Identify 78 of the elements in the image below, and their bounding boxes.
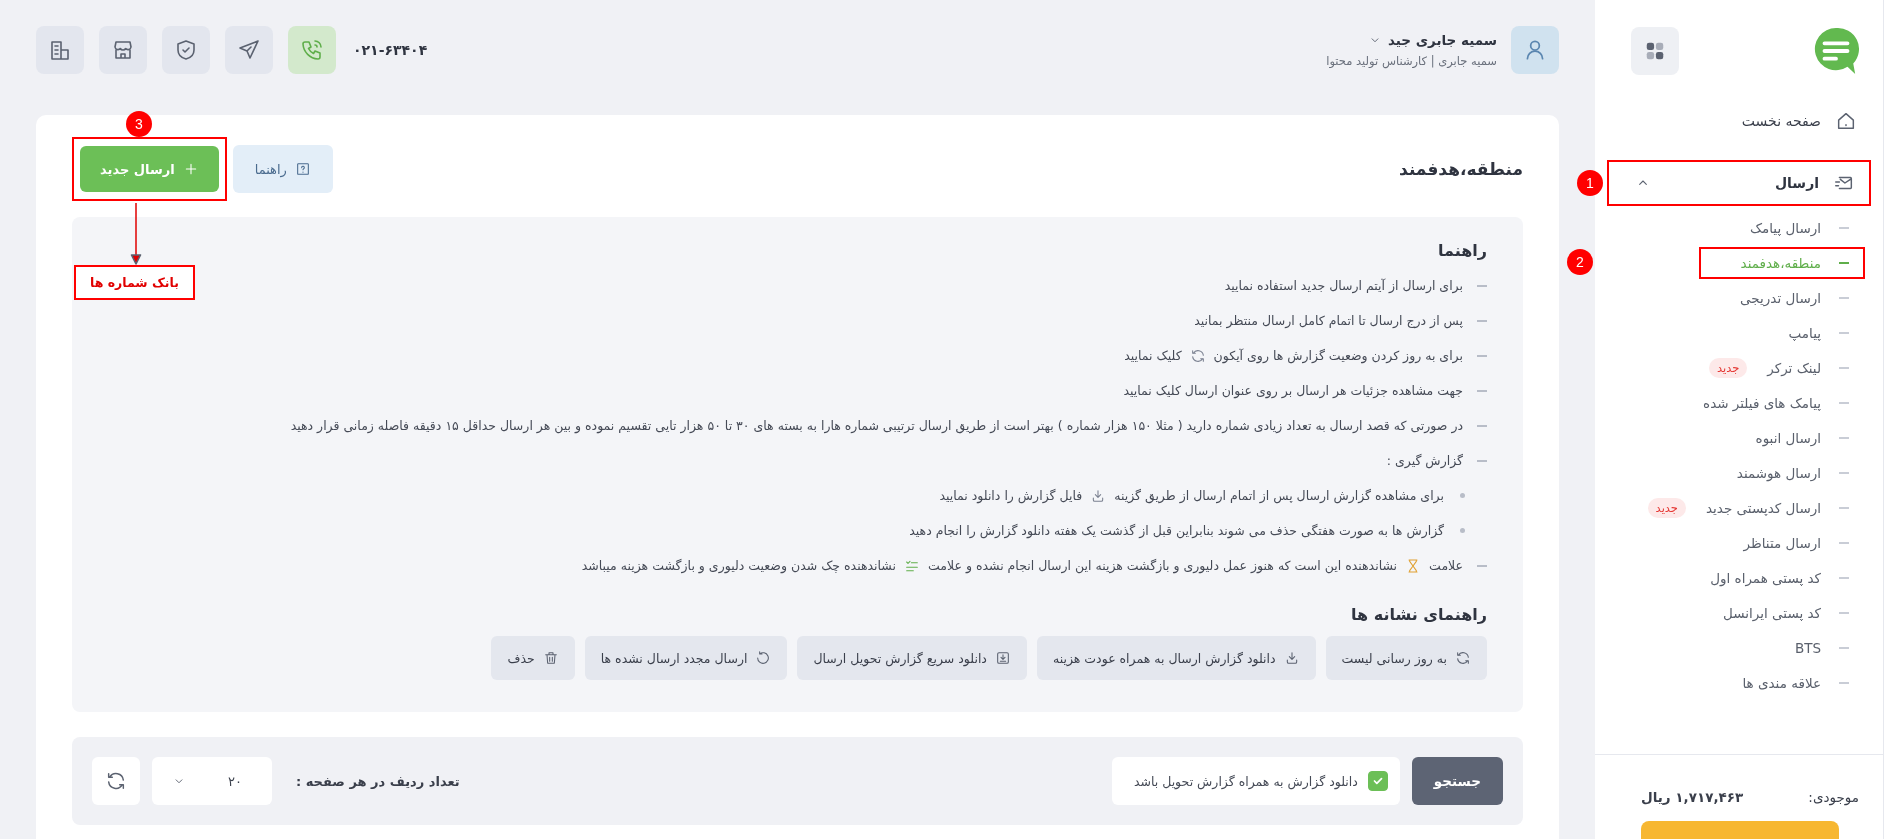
submenu-item[interactable]: پیامپ bbox=[1776, 316, 1865, 349]
guide-text: علامت bbox=[1429, 558, 1463, 573]
refresh-icon bbox=[105, 770, 127, 792]
user-role: سمیه جابری | کارشناس تولید محتوا bbox=[1326, 54, 1497, 68]
phone-icon bbox=[300, 38, 324, 62]
storefront-icon bbox=[111, 38, 135, 62]
help-button[interactable]: راهنما bbox=[232, 145, 333, 193]
building-icon bbox=[48, 38, 72, 62]
home-icon bbox=[1835, 110, 1857, 132]
legend-chip: به روز رسانی لیست bbox=[1325, 636, 1487, 680]
step-number-badge: 2 bbox=[1567, 249, 1593, 275]
download-box-icon bbox=[994, 650, 1011, 666]
guide-text: برای به روز کردن وضعیت گزارش ها روی آیکون bbox=[1213, 348, 1463, 363]
apps-menu-button[interactable] bbox=[1631, 27, 1679, 75]
guide-text: کلیک نمایید bbox=[1124, 348, 1182, 363]
legend-chip: حذف bbox=[491, 636, 575, 680]
menu-group[interactable]: ارسال bbox=[1607, 160, 1871, 206]
redo-icon bbox=[755, 650, 772, 666]
avatar-icon[interactable] bbox=[1511, 26, 1559, 74]
callout-label: بانک شماره ها bbox=[74, 265, 195, 300]
shield-button[interactable] bbox=[162, 26, 210, 74]
step-number-badge: 3 bbox=[126, 111, 152, 137]
store-button[interactable] bbox=[99, 26, 147, 74]
paper-plane-icon bbox=[237, 38, 261, 62]
refresh-icon bbox=[1189, 347, 1206, 364]
guide-text: نشاندهنده چک شدن وضعیت دلیوری و بازگشت هزینه میباشد bbox=[581, 558, 896, 573]
trash-icon bbox=[542, 650, 559, 666]
balance-label: موجودی: bbox=[1808, 789, 1859, 805]
submenu-item[interactable]: کد پستی همراه اول bbox=[1698, 561, 1865, 594]
phone-number: ۰۲۱-۶۳۴۰۴ bbox=[353, 42, 428, 58]
submenu-item[interactable]: ارسال متناظر bbox=[1731, 526, 1865, 559]
submenu-item[interactable]: ارسال تدریجی bbox=[1728, 281, 1865, 314]
callout-arrow bbox=[130, 203, 142, 265]
send-button[interactable] bbox=[225, 26, 273, 74]
submenu-item[interactable]: ارسال کدپستی جدید bbox=[1694, 491, 1865, 524]
new-badge: جدید bbox=[1647, 497, 1686, 518]
legend-chip: دانلود سریع گزارش تحویل ارسال bbox=[797, 636, 1027, 680]
legend-title: راهنمای نشانه ها bbox=[1350, 605, 1487, 624]
checkbox-label: دانلود گزارش به همراه گزارش تحویل باشد bbox=[1133, 773, 1358, 789]
search-button[interactable]: جستجو bbox=[1411, 757, 1503, 805]
logo-icon bbox=[1813, 26, 1859, 76]
shield-icon bbox=[174, 38, 198, 62]
rows-per-page-select[interactable]: ۲۰ bbox=[152, 757, 272, 805]
guide-text: فایل گزارش را دانلود نمایید bbox=[939, 488, 1083, 503]
step-number-badge: 1 bbox=[1577, 170, 1603, 196]
submenu-item[interactable]: کد پستی ایرانسل bbox=[1711, 596, 1865, 629]
guide-title: راهنما bbox=[1436, 241, 1487, 260]
submenu-item[interactable]: ارسال پیامک bbox=[1737, 211, 1865, 244]
guide-text: در صورتی که قصد ارسال به تعداد زیادی شماره دارید ( مثلا ۱۵۰ هزار شماره ) بهتر است از طریق ارسال ترتیبی شماره هارا به بسته های ۳۰ تا ۵۰ هزار تایی تقسیم نموده و بین هر ارسال حداقل ۱۵ دقیقه فاصله زمانی قرار دهید bbox=[290, 418, 1463, 433]
submenu-item[interactable]: ارسال انبوه bbox=[1743, 421, 1865, 454]
submenu-item[interactable]: پیامک های فیلتر شده bbox=[1691, 386, 1865, 419]
grid-icon bbox=[1644, 40, 1666, 62]
phone-button[interactable] bbox=[288, 26, 336, 74]
guide-text: جهت مشاهده جزئیات هر ارسال بر روی عنوان ارسال کلیک نمایید bbox=[1123, 383, 1463, 398]
submenu-item[interactable]: لینک ترکر bbox=[1755, 351, 1865, 384]
legend-chip: دانلود گزارش ارسال به همراه عودت هزینه bbox=[1036, 636, 1316, 680]
help-icon bbox=[294, 161, 311, 177]
guide-text: پس از درج ارسال تا اتمام کامل ارسال منتظر بمانید bbox=[1194, 313, 1463, 328]
checkbox[interactable] bbox=[1367, 771, 1388, 791]
legend-chip: ارسال مجدد ارسال نشده ها bbox=[584, 636, 788, 680]
building-button[interactable] bbox=[36, 26, 84, 74]
balance-value: ۱,۷۱۷,۴۶۳ ریال bbox=[1641, 789, 1744, 805]
submenu-item[interactable]: علاقه مندی ها bbox=[1730, 666, 1865, 699]
download-option-checkbox[interactable]: دانلود گزارش به همراه گزارش تحویل باشد bbox=[1111, 757, 1400, 805]
refresh-button[interactable] bbox=[92, 757, 140, 805]
page-title: منطقه،هدفمند bbox=[1399, 159, 1523, 179]
menu-item[interactable]: صفحه نخست bbox=[1607, 102, 1871, 140]
new-badge: جدید bbox=[1708, 357, 1748, 378]
rows-per-page-label: تعداد ردیف در هر صفحه : bbox=[296, 773, 460, 789]
guide-text: برای ارسال از آیتم ارسال جدید استفاده نمایید bbox=[1224, 278, 1463, 293]
guide-text: برای مشاهده گزارش ارسال پس از اتمام ارسال از طریق گزینه bbox=[1114, 488, 1444, 503]
refresh-icon bbox=[1455, 650, 1471, 666]
submenu-item[interactable]: BTS bbox=[1782, 631, 1865, 664]
guide-text: گزارش ها به صورت هفتگی حذف می شوند بنابراین قبل از گذشت یک هفته دانلود گزارش را انجام دهید bbox=[909, 523, 1444, 538]
user-name[interactable]: سمیه جابری جید bbox=[1387, 32, 1497, 48]
guide-text: گزارش گیری : bbox=[1386, 453, 1463, 468]
guide-text: نشاندهنده این است که هنوز عمل دلیوری و بازگشت هزینه این ارسال انجام نشده و علامت bbox=[928, 558, 1398, 573]
submenu-item[interactable]: ارسال هوشمند bbox=[1724, 456, 1865, 489]
